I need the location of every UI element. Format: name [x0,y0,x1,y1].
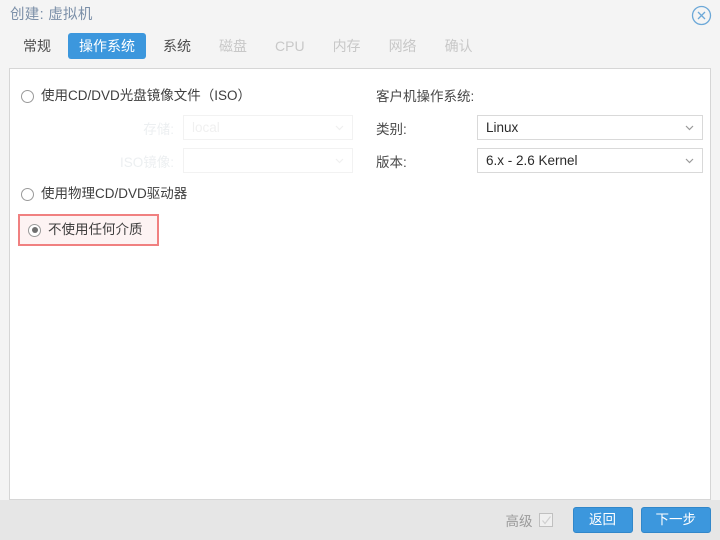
storage-select: local [183,115,353,140]
os-version-field-row: 版本: 6.x - 2.6 Kernel [372,148,710,173]
tab-disk: 磁盘 [208,33,258,59]
guest-os-group-title: 客户机操作系统: [376,85,710,105]
chevron-down-icon [685,123,694,132]
guest-os-column: 客户机操作系统: 类别: Linux 版本: 6.x - 2.6 Kernel [368,85,710,246]
content-columns: 使用CD/DVD光盘镜像文件（ISO） 存储: local ISO镜像: [10,69,710,246]
os-type-value: Linux [486,120,518,135]
next-button[interactable]: 下一步 [641,507,712,533]
dialog-titlebar: 创建: 虚拟机 [0,0,720,30]
storage-field-row: 存储: local [21,115,368,140]
content-panel: 使用CD/DVD光盘镜像文件（ISO） 存储: local ISO镜像: [9,68,711,500]
radio-label-use-iso: 使用CD/DVD光盘镜像文件（ISO） [41,87,251,105]
dialog-title: 创建: 虚拟机 [10,0,93,30]
create-vm-dialog: 创建: 虚拟机 常规 操作系统 系统 磁盘 CPU 内存 网络 确认 使用CD/… [0,0,720,540]
os-type-label: 类别: [372,118,477,138]
os-type-field-row: 类别: Linux [372,115,710,140]
back-button[interactable]: 返回 [573,507,633,533]
close-icon[interactable] [691,5,712,26]
advanced-toggle[interactable]: 高级 [506,510,553,530]
chevron-down-icon [335,123,344,132]
storage-value: local [192,120,220,135]
chevron-down-icon [335,156,344,165]
iso-image-label: ISO镜像: [21,151,183,171]
tab-memory: 内存 [322,33,372,59]
os-version-value: 6.x - 2.6 Kernel [486,153,578,168]
radio-use-iso[interactable]: 使用CD/DVD光盘镜像文件（ISO） [21,85,368,107]
radio-use-physical-drive[interactable]: 使用物理CD/DVD驱动器 [21,183,368,205]
os-type-select[interactable]: Linux [477,115,703,140]
tab-bar: 常规 操作系统 系统 磁盘 CPU 内存 网络 确认 [0,30,720,62]
advanced-checkbox[interactable] [539,513,553,527]
tab-system[interactable]: 系统 [152,33,202,59]
tab-network: 网络 [378,33,428,59]
tab-os[interactable]: 操作系统 [68,33,146,59]
radio-icon-use-physical-drive [21,188,34,201]
radio-no-media[interactable]: 不使用任何介质 [18,214,159,246]
media-column: 使用CD/DVD光盘镜像文件（ISO） 存储: local ISO镜像: [10,85,368,246]
advanced-label: 高级 [506,510,533,530]
storage-label: 存储: [21,118,183,138]
os-version-select[interactable]: 6.x - 2.6 Kernel [477,148,703,173]
tab-general[interactable]: 常规 [12,33,62,59]
radio-icon-no-media [28,224,41,237]
radio-label-use-physical-drive: 使用物理CD/DVD驱动器 [41,185,187,203]
iso-image-field-row: ISO镜像: [21,148,368,173]
radio-label-no-media: 不使用任何介质 [48,221,143,239]
iso-image-select [183,148,353,173]
dialog-footer: 高级 返回 下一步 [0,500,720,540]
os-version-label: 版本: [372,151,477,171]
radio-icon-use-iso [21,90,34,103]
tab-confirm: 确认 [434,33,484,59]
chevron-down-icon [685,156,694,165]
tab-cpu: CPU [264,33,316,59]
